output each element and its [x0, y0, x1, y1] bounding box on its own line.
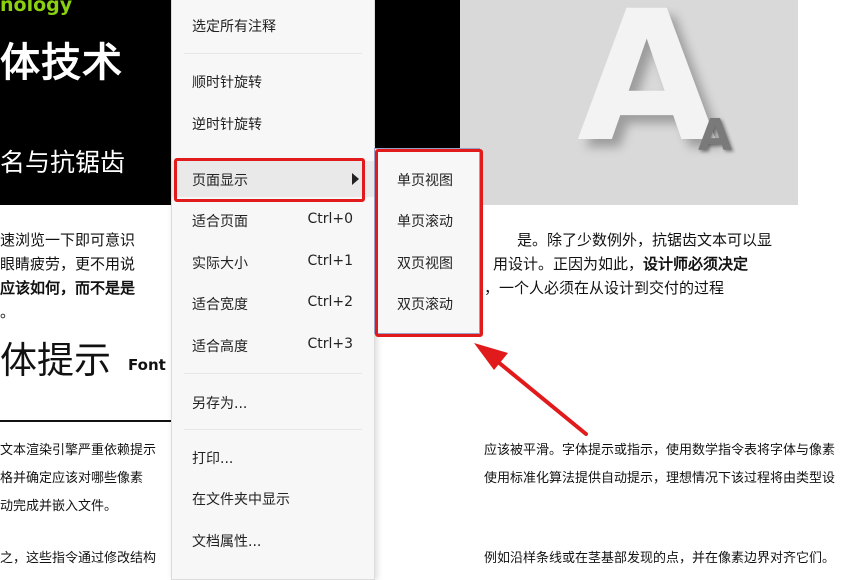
annotation-arrow-icon — [474, 343, 588, 436]
